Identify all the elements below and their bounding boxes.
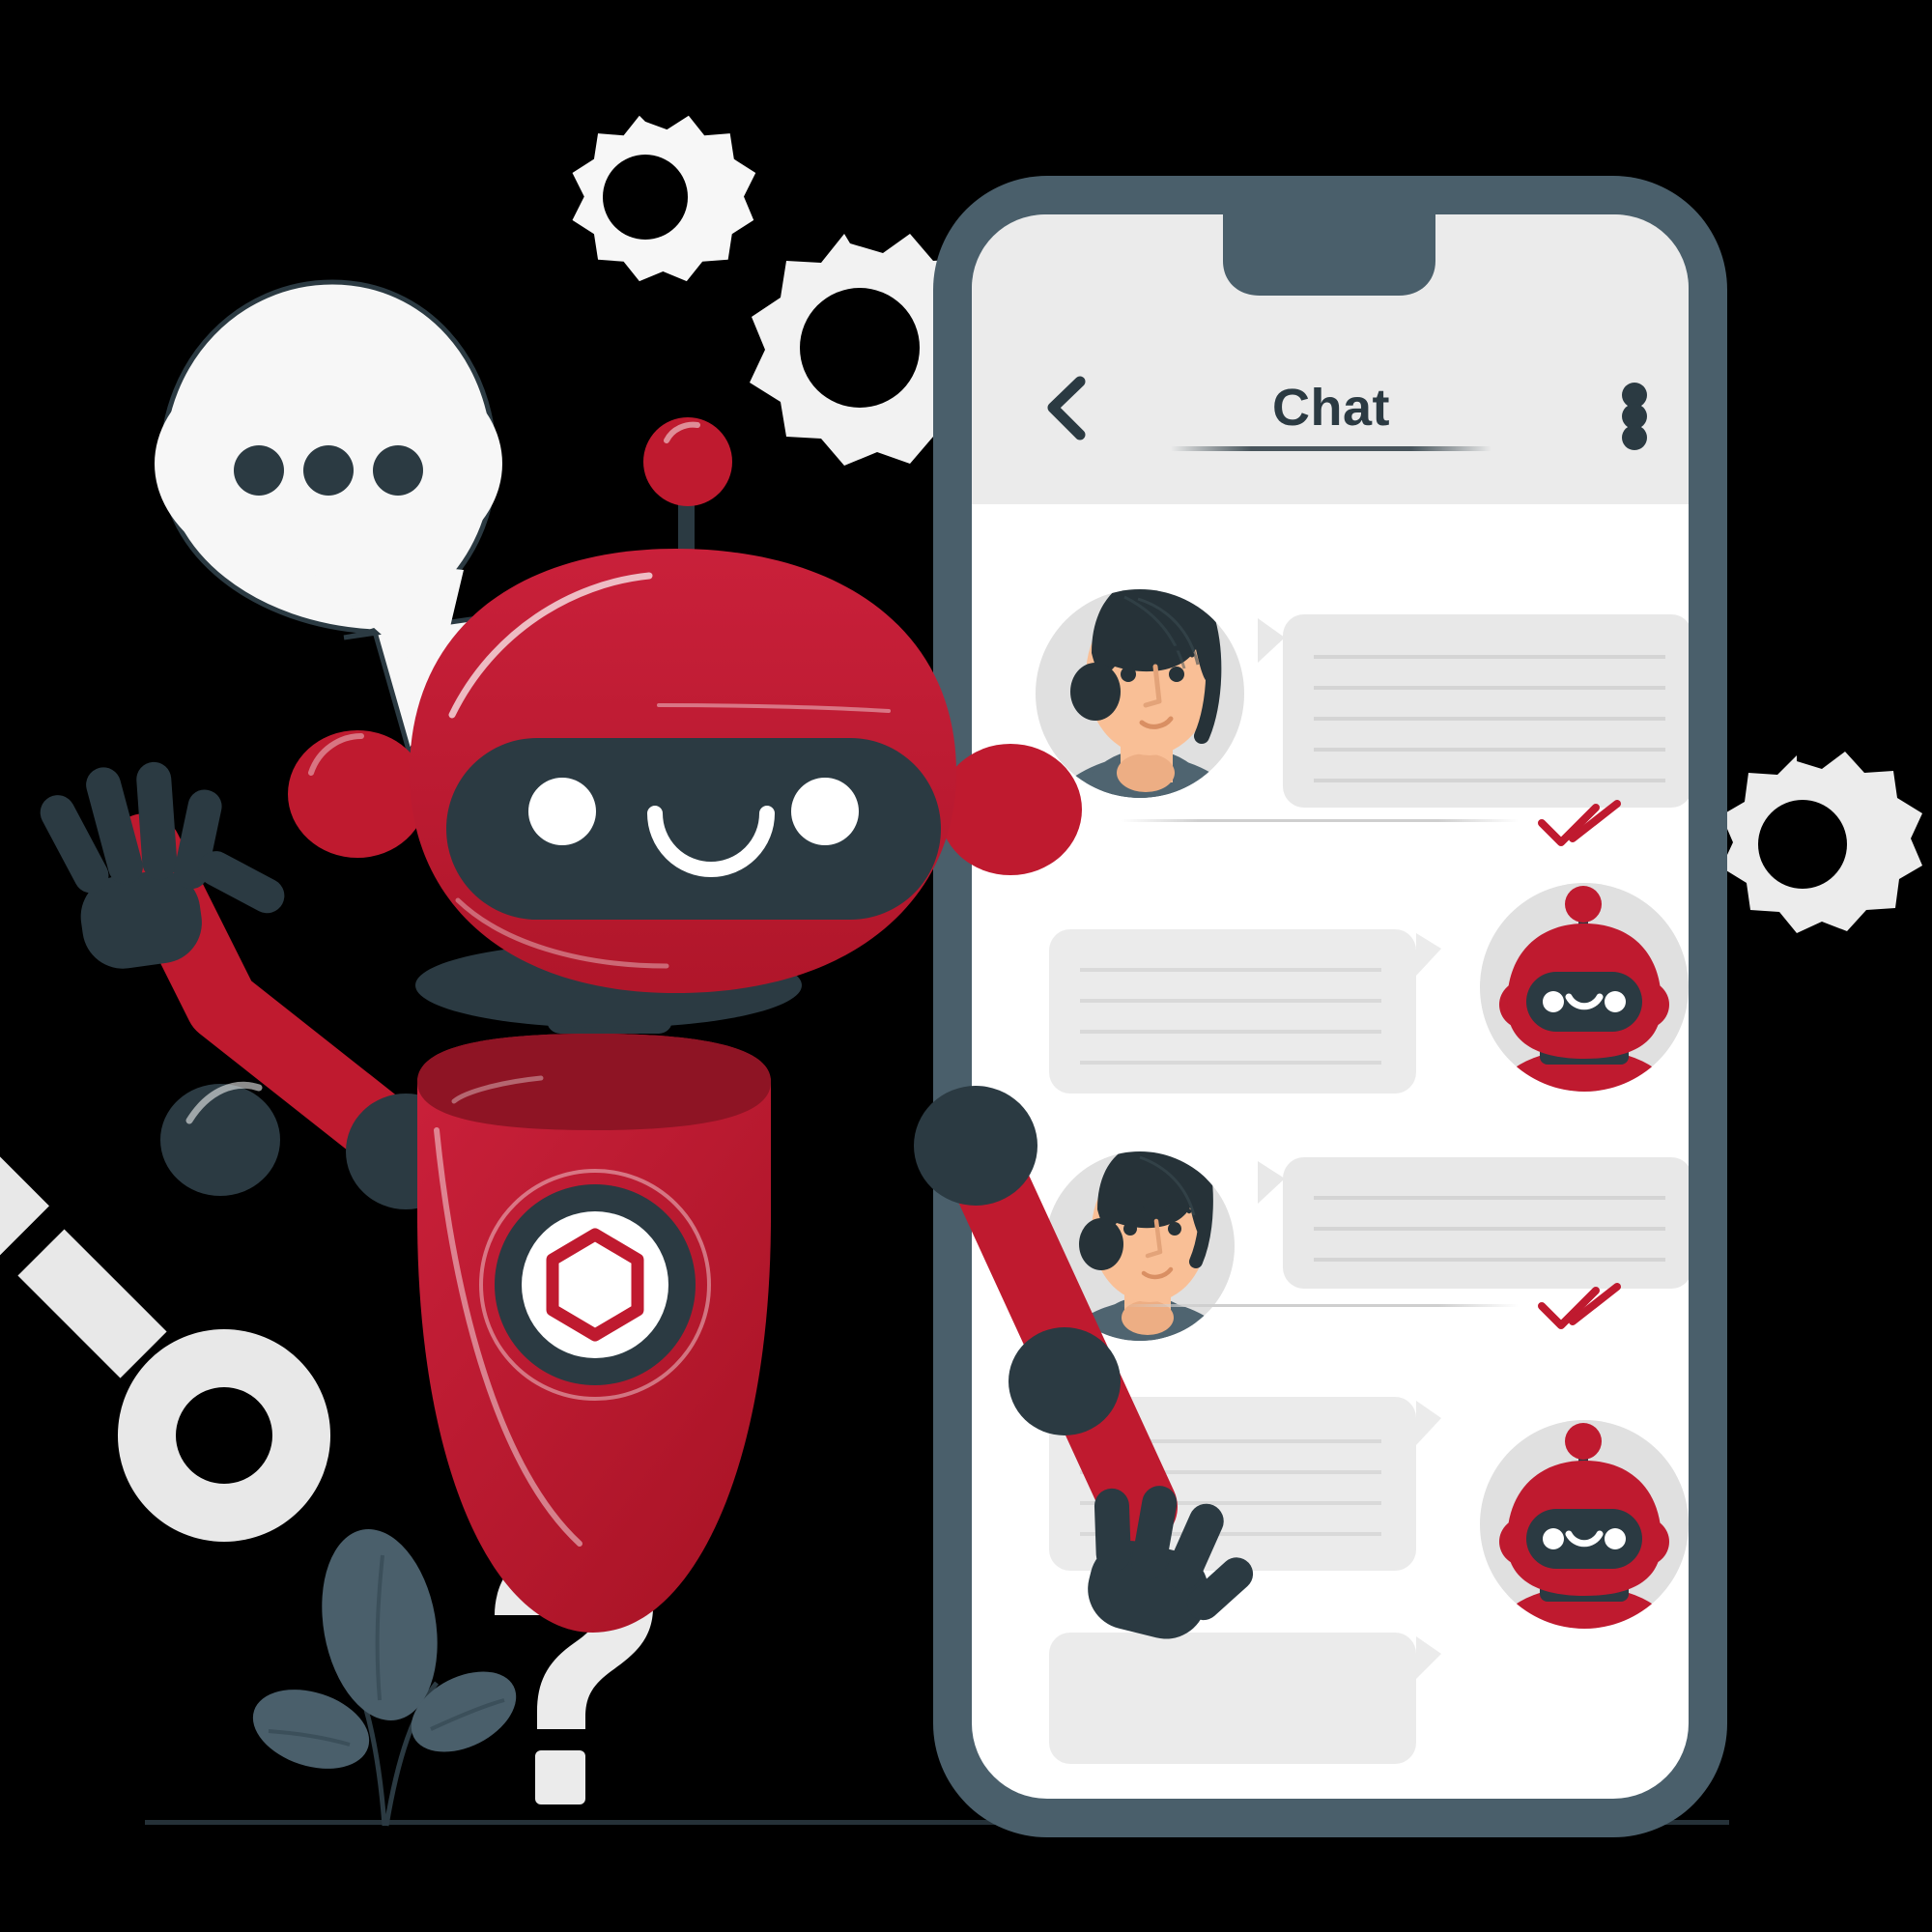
typing-dot-1 bbox=[234, 445, 284, 496]
chest-emblem bbox=[479, 1169, 711, 1401]
gear-right bbox=[1721, 752, 1922, 933]
scene-svg: Chat bbox=[0, 0, 1932, 1932]
robot-eye-right bbox=[791, 778, 859, 845]
message-bubble[interactable] bbox=[1258, 614, 1692, 808]
message-bubble[interactable] bbox=[1049, 929, 1441, 1094]
robot-visor bbox=[446, 738, 941, 920]
robot-ear-left bbox=[288, 730, 427, 858]
robot-ear-right bbox=[939, 744, 1082, 875]
typing-dot-2 bbox=[303, 445, 354, 496]
message-row-5[interactable] bbox=[1049, 1633, 1441, 1764]
typing-dot-3 bbox=[373, 445, 423, 496]
title-underline bbox=[1171, 446, 1492, 451]
robot-head bbox=[410, 549, 956, 993]
overflow-menu-button[interactable] bbox=[1622, 383, 1647, 450]
phone-mockup: Chat bbox=[933, 176, 1727, 1837]
robot-eye-left bbox=[528, 778, 596, 845]
gear-small-top bbox=[572, 115, 756, 282]
bubble-divider-2 bbox=[1121, 1304, 1519, 1307]
message-bubble[interactable] bbox=[1258, 1157, 1692, 1289]
illustration-stage: Chat bbox=[0, 0, 1932, 1932]
bubble-divider-1 bbox=[1121, 819, 1519, 822]
message-bubble[interactable] bbox=[1049, 1633, 1441, 1764]
page-title: Chat bbox=[1272, 379, 1390, 437]
kebab-dot-3 bbox=[1622, 425, 1647, 450]
robot-antenna-ball bbox=[643, 417, 732, 506]
phone-notch bbox=[1223, 214, 1435, 296]
